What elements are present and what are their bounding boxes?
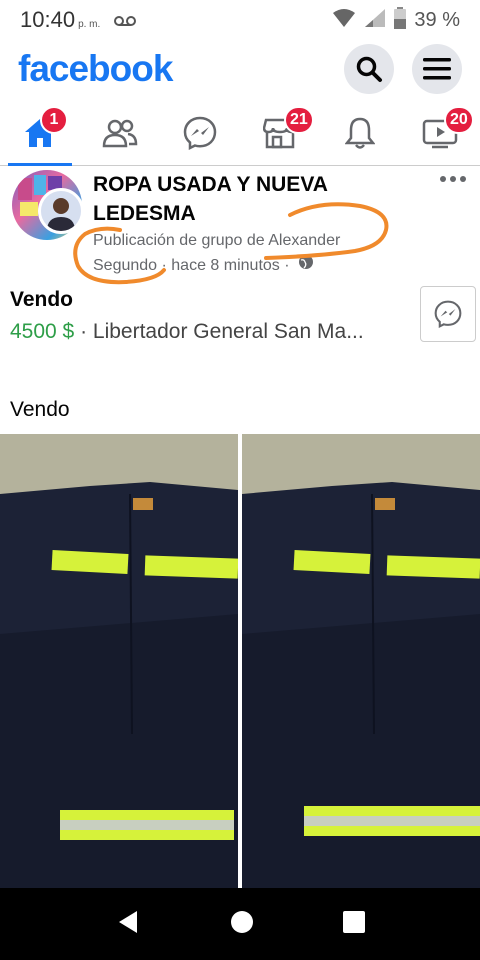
search-button[interactable] [344, 44, 394, 94]
facebook-logo[interactable]: facebook [18, 48, 173, 90]
status-ampm: p. m. [78, 18, 101, 30]
messenger-icon [434, 300, 462, 328]
android-nav-bar [0, 888, 480, 960]
listing-price-location: 4500 $ · Libertador General San Ma... [10, 320, 410, 344]
menu-button[interactable] [412, 44, 462, 94]
back-icon[interactable] [115, 909, 141, 940]
tab-messenger[interactable] [160, 100, 240, 165]
post-meta-time-text: Segundo · hace 8 minutos · [93, 257, 290, 274]
post-meta: Publicación de grupo de Alexander Segund… [93, 228, 393, 278]
watch-badge: 20 [444, 106, 474, 134]
post-photos [0, 434, 480, 888]
battery-icon [394, 6, 407, 34]
group-name[interactable]: ROPA USADA Y NUEVA LEDESMA [93, 170, 393, 228]
listing-price: 4500 $ [10, 320, 75, 343]
marketplace-badge: 21 [284, 106, 314, 134]
wifi-icon [332, 8, 356, 33]
status-icons: 39 % [332, 6, 460, 34]
bell-icon [345, 117, 375, 149]
post-meta-author[interactable]: Publicación de grupo de Alexander [93, 228, 393, 253]
tab-marketplace[interactable]: 21 [240, 100, 320, 165]
tab-home[interactable]: 1 [0, 100, 80, 166]
globe-icon [298, 253, 314, 278]
home-badge: 1 [40, 106, 68, 134]
tab-watch[interactable]: 20 [400, 100, 480, 165]
signal-icon [364, 8, 386, 33]
listing-location: · Libertador General San Ma... [80, 320, 364, 343]
tab-friends[interactable] [80, 100, 160, 165]
home-circle-icon[interactable] [230, 910, 254, 939]
post-header: ROPA USADA Y NUEVA LEDESMA Publicación d… [0, 168, 480, 278]
friends-icon [102, 119, 138, 147]
menu-icon [423, 58, 451, 80]
search-icon [356, 56, 382, 82]
app-header: facebook [0, 40, 480, 98]
photo-1[interactable] [0, 434, 238, 888]
battery-percent: 39 % [414, 8, 460, 31]
tab-notifications[interactable] [320, 100, 400, 165]
avatar[interactable] [38, 188, 84, 234]
nav-tabs: 1 21 20 [0, 100, 480, 166]
recents-icon[interactable] [343, 910, 366, 938]
status-bar: 10:40 p. m. 39 % [0, 0, 480, 40]
message-seller-button[interactable] [420, 286, 476, 342]
more-options-icon[interactable] [440, 176, 466, 182]
voicemail-icon [114, 14, 137, 26]
header-actions [344, 44, 462, 94]
photo-2[interactable] [242, 434, 480, 888]
post-meta-time: Segundo · hace 8 minutos · [93, 253, 393, 278]
post-text: Vendo [10, 398, 70, 421]
status-time: 10:40 [20, 7, 76, 32]
messenger-icon [183, 116, 217, 150]
listing-title: Vendo [10, 288, 74, 311]
